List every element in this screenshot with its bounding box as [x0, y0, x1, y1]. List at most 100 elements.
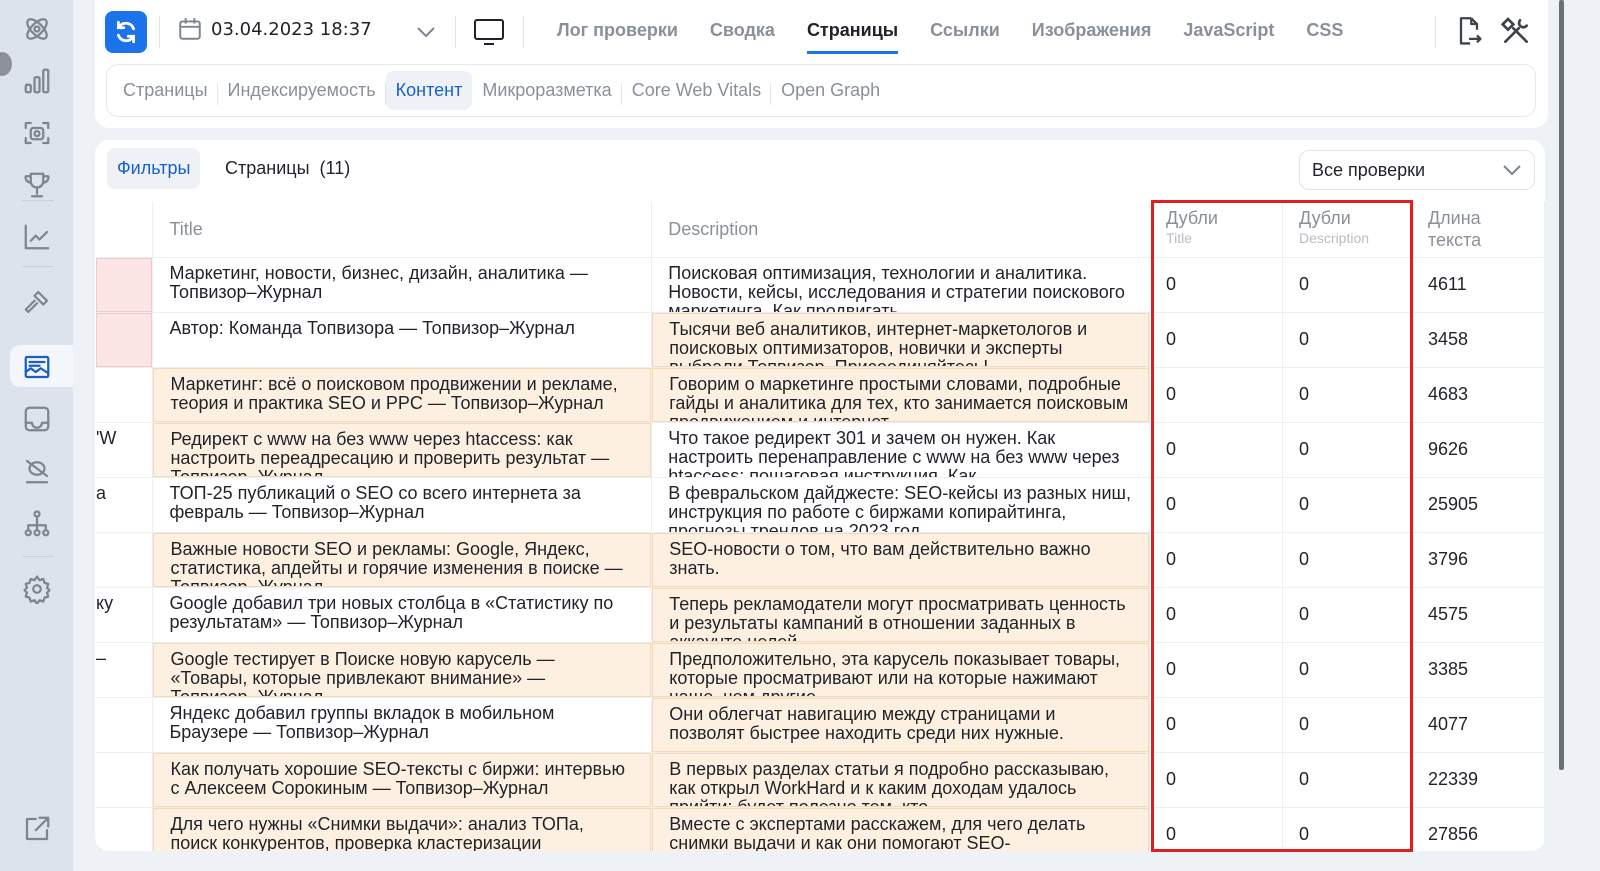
- scrollbar[interactable]: [1559, 0, 1564, 770]
- checks-select[interactable]: Все проверки: [1299, 150, 1535, 190]
- sidebar-item-camera-scan[interactable]: [18, 114, 56, 152]
- subtab-1[interactable]: Индексируемость: [216, 71, 386, 110]
- sidebar-item-sitemap[interactable]: [18, 505, 56, 543]
- cell-title: Google тестирует в Поиске новую карусель…: [152, 642, 653, 698]
- tab-1[interactable]: Сводка: [694, 0, 791, 56]
- cell-text: Важные новости SEO и рекламы: Google, Ян…: [153, 533, 652, 587]
- sidebar-item-line-chart[interactable]: [18, 218, 56, 256]
- sidebar-handle[interactable]: [0, 52, 12, 76]
- cell-text: 0: [1166, 659, 1177, 679]
- table-row[interactable]: Яндекс добавил группы вкладок в мобильно…: [96, 697, 1545, 753]
- cell-dup-description: 0: [1282, 807, 1412, 851]
- table-row[interactable]: 'W Редирект с www на без www через htacce…: [96, 422, 1545, 478]
- cell-text-length: 9626: [1411, 422, 1545, 478]
- filters-button[interactable]: Фильтры: [107, 148, 201, 189]
- satellite-icon: [25, 459, 49, 484]
- sidebar-item-gavel[interactable]: [18, 283, 56, 321]
- cell-text: ТОП-25 публикаций о SEO со всего интерне…: [169, 483, 581, 522]
- cell-text: a: [96, 483, 107, 503]
- cell-text-length: 4683: [1411, 367, 1545, 423]
- desktop-icon[interactable]: [473, 17, 505, 47]
- cell-dup-description: 0: [1282, 477, 1412, 533]
- refresh-button[interactable]: [105, 11, 147, 53]
- cell-text: 0: [1299, 549, 1310, 569]
- sidebar-item-satellite[interactable]: [18, 452, 56, 490]
- sidebar-item-inbox[interactable]: [18, 400, 56, 438]
- tools-icon[interactable]: [1500, 15, 1532, 47]
- cell-text: 0: [1166, 604, 1177, 624]
- divider: [523, 16, 524, 48]
- subtab-4[interactable]: Core Web Vitals: [620, 71, 771, 110]
- table-row[interactable]: Как получать хорошие SEO-тексты с биржи:…: [96, 752, 1545, 808]
- cell-first: a: [96, 477, 154, 533]
- cell-dup-title: 0: [1149, 422, 1284, 478]
- tab-4[interactable]: Изображения: [1016, 0, 1168, 56]
- cell-text: 4683: [1427, 384, 1469, 404]
- sidebar-item-gear[interactable]: [18, 570, 56, 608]
- table-row[interactable]: Для чего нужны «Снимки выдачи»: анализ Т…: [96, 807, 1545, 851]
- subtab-5[interactable]: Open Graph: [770, 71, 890, 110]
- cell-text: [96, 533, 152, 587]
- tab-5[interactable]: JavaScript: [1167, 0, 1290, 56]
- divider: [1435, 16, 1436, 48]
- date-select[interactable]: 03.04.2023 18:37: [177, 16, 372, 42]
- chevron-down-icon: [1503, 165, 1521, 176]
- cell-text-length: 4077: [1411, 697, 1545, 753]
- column-header-url[interactable]: [96, 202, 154, 258]
- chevron-down-icon[interactable]: [415, 22, 437, 42]
- cell-text: 4575: [1427, 604, 1469, 624]
- sidebar-item-trophy[interactable]: [18, 166, 56, 204]
- column-header-description[interactable]: Description: [651, 202, 1151, 258]
- pages-table: Title Description Дубли Title Дубли Descri…: [96, 202, 1545, 851]
- cell-text: 0: [1299, 769, 1310, 789]
- sidebar-item-external-link[interactable]: [18, 810, 56, 848]
- cell-dup-title: 0: [1149, 477, 1284, 533]
- tab-3[interactable]: Ссылки: [914, 0, 1016, 56]
- cell-text: 3458: [1427, 329, 1469, 349]
- top-panel: 03.04.2023 18:37 Лог проверки Сводка Стран…: [95, 0, 1548, 128]
- cell-text: ку: [96, 593, 114, 613]
- sidebar-item-bar-chart[interactable]: [18, 62, 56, 100]
- column-header-dup-title[interactable]: Дубли Title: [1149, 202, 1284, 258]
- subtabs: Страницы Индексируемость Контент Микроразме…: [106, 64, 1536, 117]
- cell-description: В февральском дайджесте: SEO-кейсы из ра…: [651, 477, 1151, 533]
- pages-count: Страницы (11): [225, 158, 351, 178]
- table-row[interactable]: – Google тестирует в Поиске новую карусел…: [96, 642, 1545, 698]
- tab-2[interactable]: Страницы: [791, 0, 914, 56]
- table-row[interactable]: Важные новости SEO и рекламы: Google, Ян…: [96, 532, 1545, 588]
- table-row[interactable]: Маркетинг, новости, бизнес, дизайн, анал…: [96, 257, 1545, 313]
- divider: [159, 16, 160, 48]
- cell-text: 0: [1299, 274, 1310, 294]
- cell-description: Вместе с экспертами расскажем, для чего …: [651, 807, 1151, 851]
- trophy-icon: [24, 172, 50, 198]
- sidebar-item-content[interactable]: [18, 348, 56, 386]
- sidebar-item-atom[interactable]: [18, 10, 56, 48]
- cell-dup-description: 0: [1282, 642, 1412, 698]
- cell-text: Маркетинг: всё о поисковом продвижении и…: [153, 368, 652, 422]
- export-file-icon[interactable]: [1455, 16, 1483, 48]
- tab-6[interactable]: CSS: [1290, 0, 1359, 56]
- cell-text: В первых разделах статьи я подробно расс…: [652, 753, 1150, 807]
- subtab-2[interactable]: Контент: [384, 71, 473, 110]
- subtab-0[interactable]: Страницы: [113, 71, 218, 110]
- cell-title: Автор: Команда Топвизора — Топвизор–Журн…: [152, 312, 653, 368]
- table-row[interactable]: a ТОП-25 публикаций о SEO со всего интерн…: [96, 477, 1545, 533]
- calendar-icon: [179, 18, 201, 40]
- gavel-icon: [24, 290, 49, 314]
- table-row[interactable]: Маркетинг: всё о поисковом продвижении и…: [96, 367, 1545, 423]
- subtab-3[interactable]: Микроразметка: [472, 71, 621, 110]
- column-header-text-length[interactable]: Длина текста: [1411, 202, 1545, 258]
- column-header-dup-description[interactable]: Дубли Description: [1282, 202, 1412, 258]
- table-row[interactable]: Автор: Команда Топвизора — Топвизор–Журн…: [96, 312, 1545, 368]
- tab-0[interactable]: Лог проверки: [541, 0, 694, 56]
- cell-text: Вместе с экспертами расскажем, для чего …: [652, 808, 1150, 851]
- cell-text: 3796: [1427, 549, 1469, 569]
- cell-text: 0: [1166, 769, 1177, 789]
- cell-description: Предположительно, эта карусель показывае…: [651, 642, 1151, 698]
- cell-text: 9626: [1427, 439, 1469, 459]
- cell-first: [96, 752, 154, 808]
- table-row[interactable]: ку Google добавил три новых столбца в «Ст…: [96, 587, 1545, 643]
- column-header-title[interactable]: Title: [152, 202, 653, 258]
- cell-dup-description: 0: [1282, 312, 1412, 368]
- external-link-icon: [25, 816, 50, 841]
